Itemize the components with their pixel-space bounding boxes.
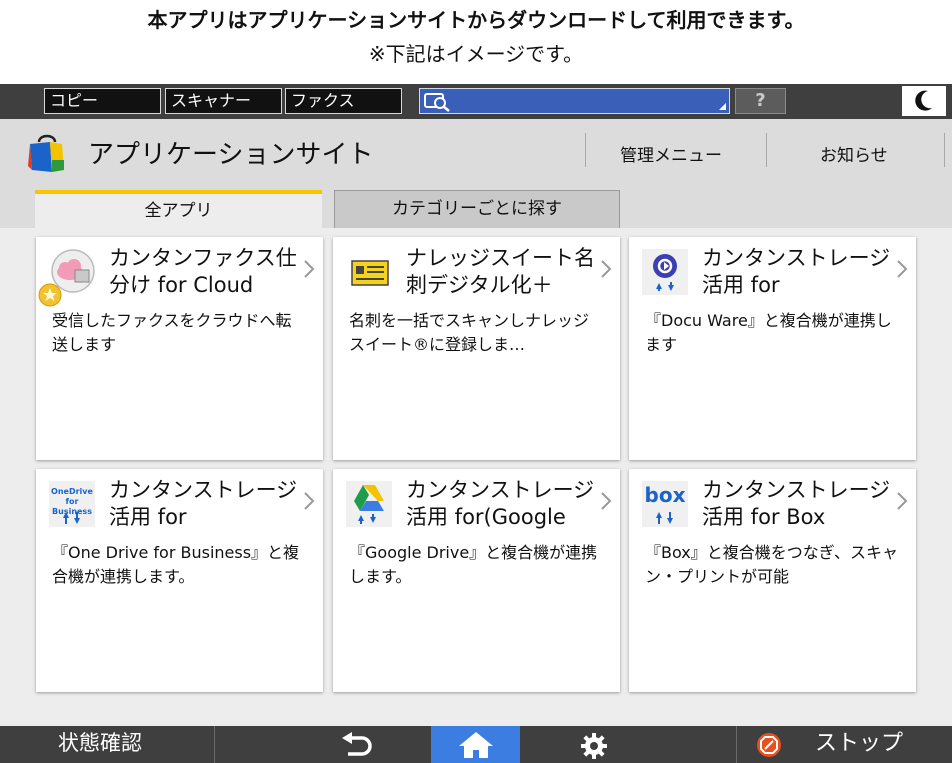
settings-button[interactable] — [580, 732, 608, 760]
tab-all-apps[interactable]: 全アプリ — [35, 190, 322, 228]
app-card-title: カンタンストレージ活用 for(Google — [406, 478, 595, 529]
app-card-title: カンタンストレージ活用 for — [702, 246, 891, 297]
app-card-description: 『Google Drive』と複合機が連携します。 — [349, 543, 598, 586]
app-card-title: ナレッジスイート名刺デジタル化＋ — [406, 246, 595, 297]
home-button[interactable] — [431, 726, 520, 763]
google-drive-icon — [346, 481, 392, 527]
caption-sub: ※下記はイメージです。 — [368, 42, 584, 66]
back-button[interactable] — [340, 732, 376, 758]
box-icon: box — [642, 481, 688, 527]
stop-icon — [757, 733, 781, 757]
sync-arrows-icon — [63, 512, 80, 524]
chevron-right-icon — [601, 492, 612, 510]
app-card-box[interactable]: box カンタンストレージ活用 for Box 『Box』と複合機をつなぎ、スキ… — [629, 469, 916, 692]
night-mode-button[interactable] — [902, 86, 946, 116]
resize-corner-icon — [719, 103, 726, 110]
bottom-divider — [214, 726, 215, 763]
notice-button[interactable]: お知らせ — [820, 141, 888, 166]
header-divider — [585, 133, 586, 167]
chevron-right-icon — [601, 260, 612, 278]
shopping-bag-icon — [28, 134, 64, 172]
caption-main: 本アプリはアプリケーションサイトからダウンロードして利用できます。 — [147, 8, 805, 32]
star-badge-icon — [38, 283, 62, 307]
help-button[interactable]: ? — [735, 88, 786, 114]
app-card-description: 『Box』と複合機をつなぎ、スキャン・プリントが可能 — [645, 543, 898, 586]
search-input[interactable] — [419, 88, 730, 114]
sync-arrows-icon — [656, 512, 673, 524]
onedrive-business-icon: OneDrive for Business — [49, 481, 95, 527]
app-card-docuware[interactable]: カンタンストレージ活用 for 『Docu Ware』と複合機が連携します — [629, 237, 916, 460]
header-divider — [944, 133, 945, 167]
box-logo-text: box — [644, 483, 686, 507]
app-card-title: カンタンファクス仕分け for Cloud — [109, 246, 297, 297]
chevron-right-icon — [304, 260, 315, 278]
app-grid: カンタンファクス仕分け for Cloud 受信したファクスをクラウドへ転送しま… — [0, 228, 952, 726]
caption: 本アプリはアプリケーションサイトからダウンロードして利用できます。 ※下記はイメ… — [0, 0, 952, 84]
admin-menu-button[interactable]: 管理メニュー — [620, 141, 722, 166]
business-card-icon — [351, 260, 389, 286]
tab-copy[interactable]: コピー — [44, 88, 161, 114]
moon-icon — [915, 90, 932, 111]
app-card-google-drive[interactable]: カンタンストレージ活用 for(Google 『Google Drive』と複合… — [333, 469, 620, 692]
app-card-description: 名刺を一括でスキャンしナレッジスイート®に登録しま… — [349, 311, 590, 354]
category-tabs: 全アプリ カテゴリーごとに探す — [0, 183, 952, 228]
chevron-right-icon — [304, 492, 315, 510]
tab-by-category[interactable]: カテゴリーごとに探す — [334, 190, 620, 228]
status-check-button[interactable]: 状態確認 — [0, 726, 214, 763]
top-bar: コピー スキャナー ファクス ? — [0, 84, 952, 119]
home-icon — [459, 732, 493, 758]
header-divider — [766, 133, 767, 167]
chevron-right-icon — [897, 492, 908, 510]
stop-button[interactable]: ストップ — [737, 726, 952, 763]
app-card-description: 受信したファクスをクラウドへ転送します — [52, 311, 292, 354]
app-card-title: カンタンストレージ活用 for Box — [702, 478, 891, 529]
page-title: アプリケーションサイト — [88, 140, 374, 170]
app-card-title: カンタンストレージ活用 for — [109, 478, 298, 529]
tab-fax[interactable]: ファクス — [285, 88, 402, 114]
docuware-icon — [642, 249, 688, 295]
chevron-right-icon — [897, 260, 908, 278]
stop-label: ストップ — [815, 731, 904, 756]
app-card-onedrive[interactable]: OneDrive for Business カンタンストレージ活用 for 『O… — [36, 469, 323, 692]
app-card-fax-cloud[interactable]: カンタンファクス仕分け for Cloud 受信したファクスをクラウドへ転送しま… — [36, 237, 323, 460]
onedrive-logo-text: OneDrive — [51, 487, 93, 496]
app-header: アプリケーションサイト 管理メニュー お知らせ — [0, 119, 952, 183]
app-card-knowledge-suite[interactable]: ナレッジスイート名刺デジタル化＋ 名刺を一括でスキャンしナレッジスイート®に登録… — [333, 237, 620, 460]
search-icon — [424, 93, 450, 112]
tab-scanner[interactable]: スキャナー — [165, 88, 282, 114]
app-card-description: 『Docu Ware』と複合機が連携します — [645, 311, 892, 354]
app-card-description: 『One Drive for Business』と複合機が連携します。 — [52, 543, 300, 586]
bottom-bar: 状態確認 ストップ — [0, 726, 952, 763]
